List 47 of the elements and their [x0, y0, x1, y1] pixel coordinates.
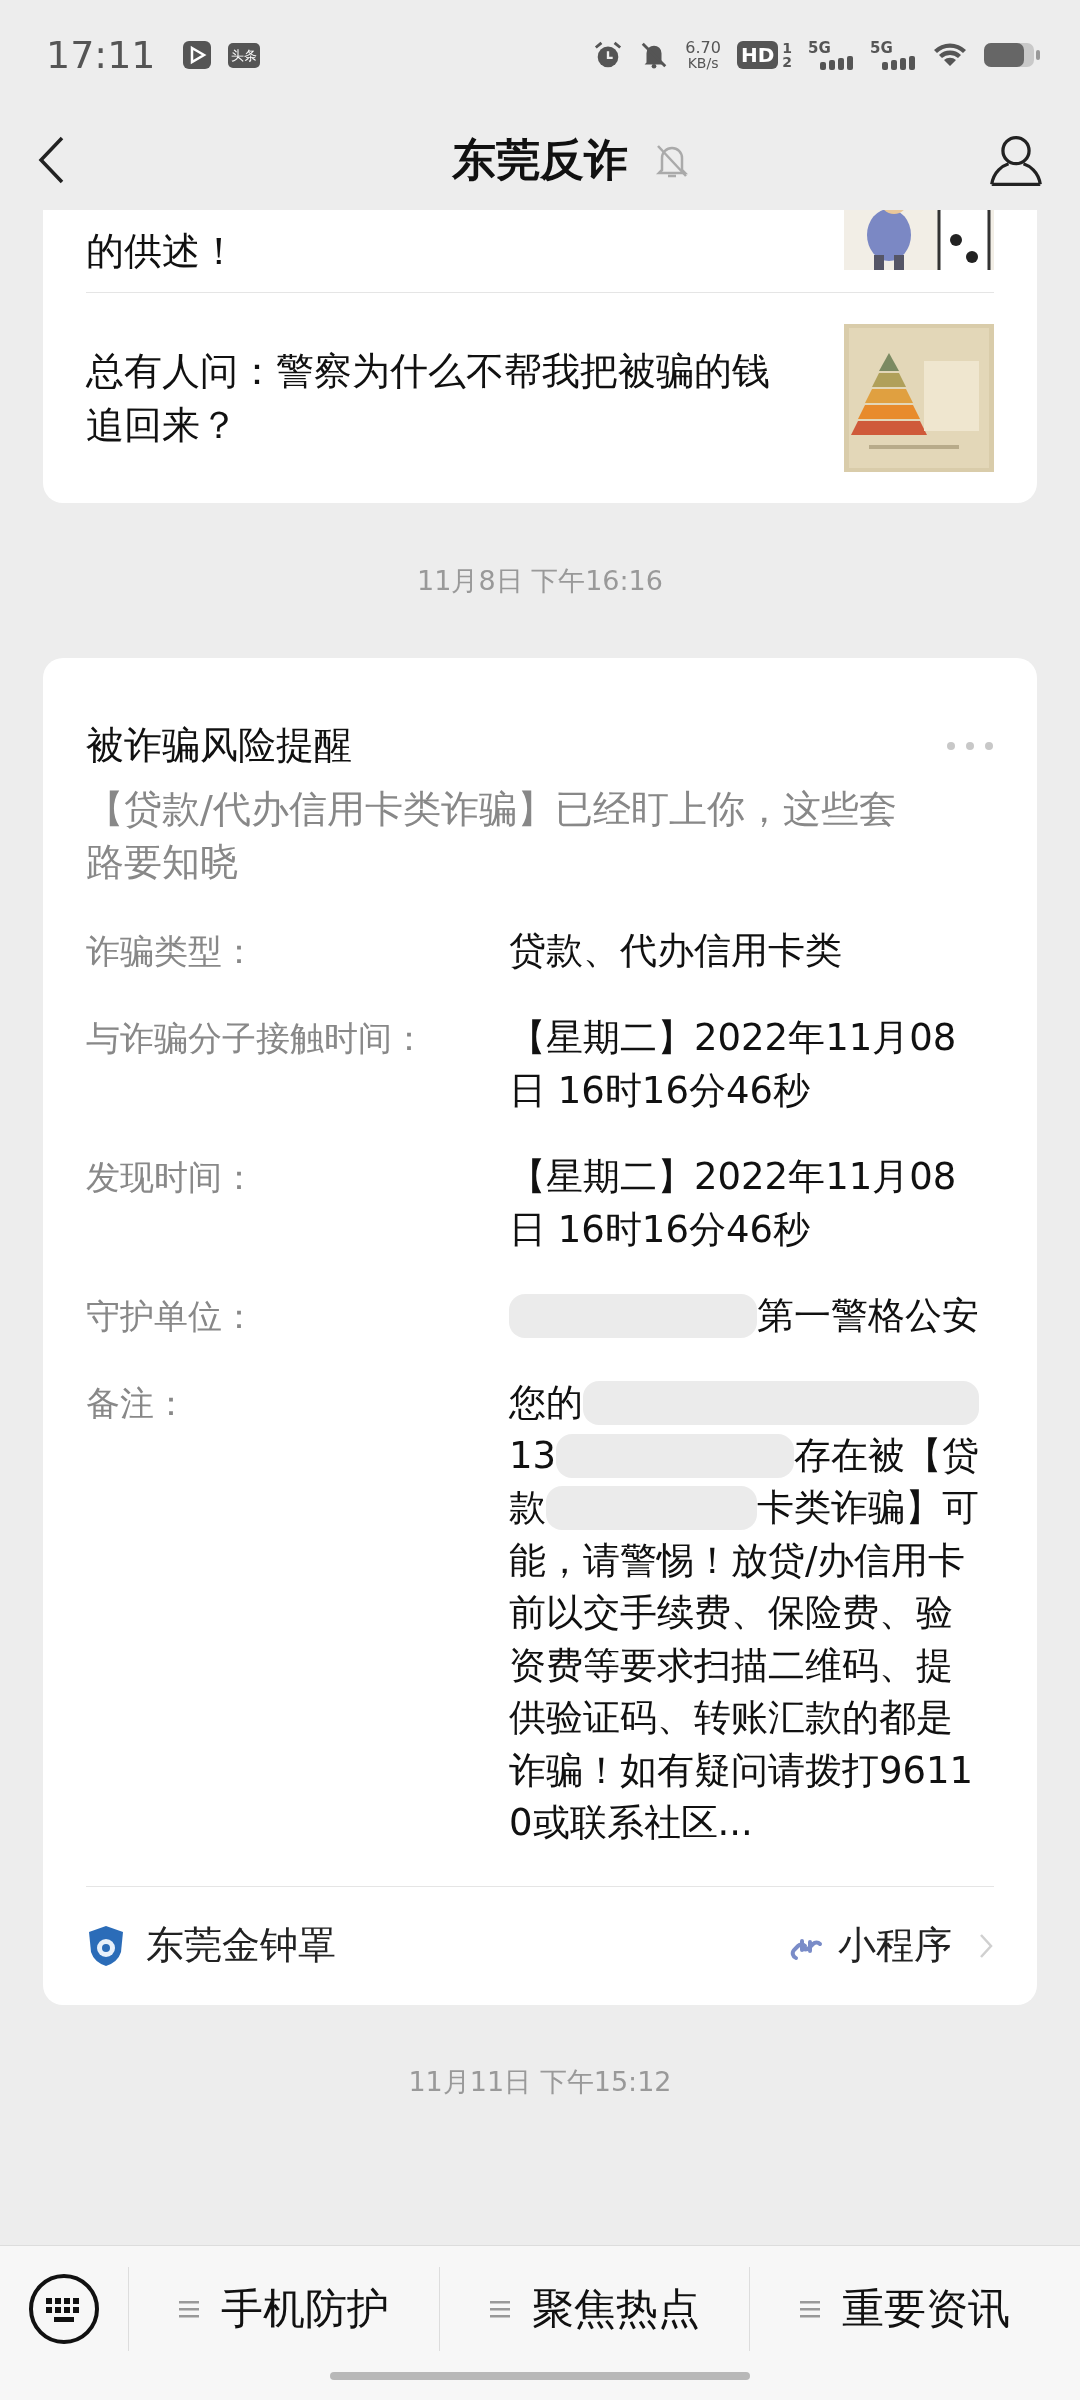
mini-program-label: 小程序	[838, 1922, 952, 1969]
field-value: 第一警格公安	[757, 1293, 979, 1339]
field-value: 款	[509, 1485, 546, 1531]
shield-logo-icon	[86, 1923, 126, 1968]
signal-icon	[820, 55, 854, 70]
field-label: 与诈骗分子接触时间：	[86, 1017, 427, 1060]
menu-icon	[489, 2300, 510, 2318]
card-subtitle: 【贷款/代办信用卡类诈骗】已经盯上你，这些套路要知晓	[86, 786, 898, 886]
alarm-icon	[593, 40, 624, 70]
menu-button[interactable]: 手机防护	[128, 2267, 439, 2351]
message-time: 11月11日 下午15:12	[408, 2065, 672, 2099]
back-icon[interactable]	[36, 135, 66, 185]
card-title: 被诈骗风险提醒	[86, 722, 352, 769]
field-label: 诈骗类型：	[86, 930, 257, 973]
app-badge: 头条	[227, 42, 260, 68]
field-value: 13	[509, 1432, 557, 1479]
article-title[interactable]: 的供述！	[86, 224, 786, 278]
field-value: 您的	[509, 1380, 583, 1426]
field-label: 守护单位：	[86, 1295, 257, 1338]
message-time: 11月8日 下午16:16	[417, 563, 663, 598]
network-label: 5G	[808, 40, 831, 56]
field-label: 发现时间：	[86, 1156, 257, 1199]
field-value: 【星期二】2022年11月08日 16时16分46秒	[509, 1154, 958, 1253]
keyboard-icon[interactable]	[28, 2273, 100, 2345]
field-value: 存在被【贷	[794, 1432, 979, 1479]
article-title[interactable]: 总有人问：警察为什么不帮我把被骗的钱追回来？	[86, 344, 786, 452]
hd-badge: HD	[736, 41, 779, 69]
chat-title: 东莞反诈	[452, 132, 628, 187]
menu-icon	[178, 2300, 199, 2318]
field-value: 【星期二】2022年11月08日 16时16分46秒	[509, 1015, 958, 1114]
field-value: 卡类诈骗】可	[757, 1485, 979, 1531]
network-label: 5G	[870, 40, 893, 56]
sim-number: 1	[782, 41, 792, 55]
play-app-icon	[181, 40, 212, 70]
menu-button[interactable]: 重要资讯	[749, 2267, 1060, 2351]
field-label: 备注：	[86, 1382, 189, 1425]
source-name: 东莞金钟罩	[146, 1922, 337, 1969]
field-value: 能，请警惕！放贷/办信用卡前以交手续费、保险费、验资费等要求扫描二维码、提供验证码、转账汇款的都是诈骗！如有疑问请拨打96110或联系社区...	[509, 1537, 975, 1846]
menu-button[interactable]: 聚焦热点	[438, 2267, 750, 2351]
battery-icon	[984, 41, 1040, 69]
speed-unit: KB/s	[687, 56, 719, 70]
field-value: 贷款、代办信用卡类	[509, 928, 843, 974]
menu-icon	[800, 2300, 821, 2318]
sim-number: 2	[782, 55, 792, 69]
clock-time: 17:11	[46, 33, 156, 77]
speed-value: 6.70	[685, 40, 721, 56]
signal-icon	[882, 55, 916, 70]
